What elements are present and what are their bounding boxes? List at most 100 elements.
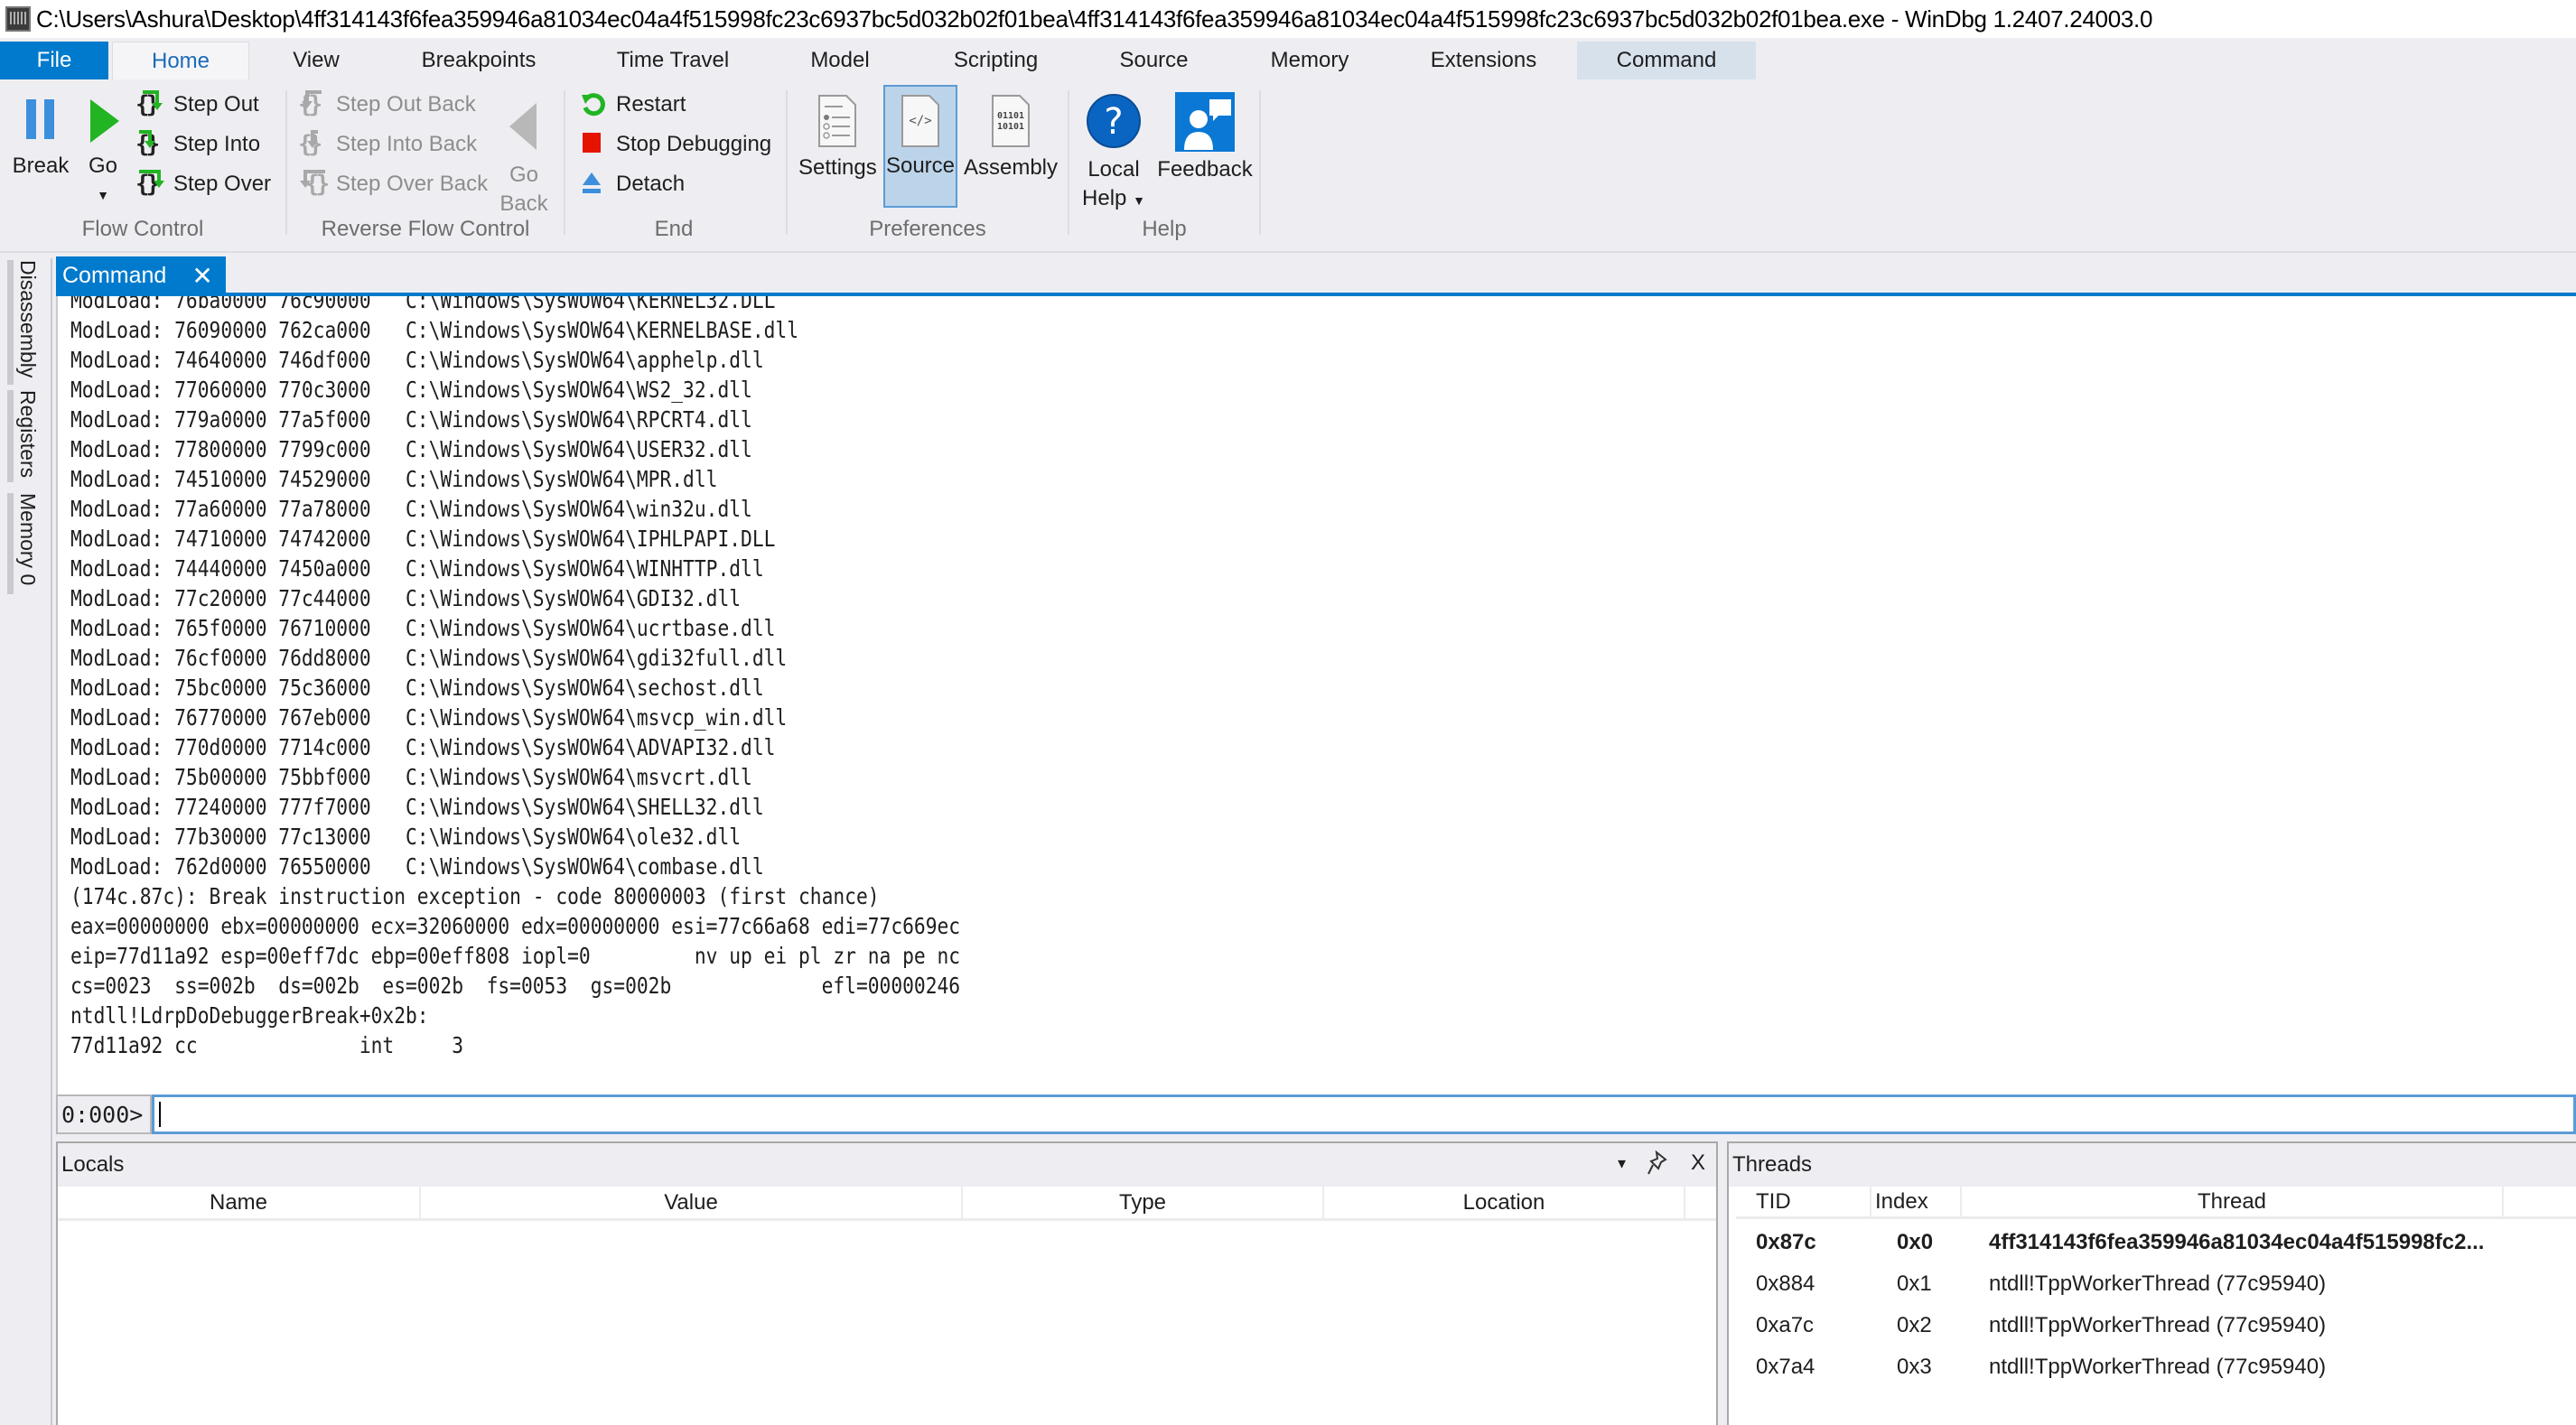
threads-panel: Threads TID Index Thread 0x87c 0x0 4ff3141… [1727,1141,2576,1425]
step-out-back-button[interactable]: {} Step Out Back [298,87,476,123]
step-over-back-label: Step Over Back [336,172,489,196]
ribbon-separator [1259,90,1261,235]
command-tab-label: Command [62,262,167,288]
output-line: ModLoad: 74440000 7450a000 C:\Windows\Sy… [70,555,764,582]
thread-name: ntdll!TppWorkerThread (77c95940) [1989,1355,2327,1379]
text-caret [159,1102,161,1127]
close-icon[interactable]: ✕ [191,261,212,291]
step-over-back-button[interactable]: {} Step Over Back [298,166,488,202]
feedback-button[interactable]: Feedback [1154,90,1255,184]
output-line: ModLoad: 74640000 746df000 C:\Windows\Sy… [70,347,764,373]
command-window-tab[interactable]: Command ✕ [56,256,226,294]
tab-home[interactable]: Home [112,42,249,79]
assembly-button[interactable]: 01101 10101 Assembly [963,90,1059,182]
title-bar: C:\Users\Ashura\Desktop\4ff314143f6fea35… [0,0,2576,38]
step-over-icon: {} [135,169,166,200]
thread-tid: 0x7a4 [1756,1355,1815,1379]
ribbon-separator [786,90,788,235]
step-into-button[interactable]: {} Step Into [135,126,260,163]
tab-view[interactable]: View [262,42,370,79]
local-help-dropdown-icon: ▼ [1133,193,1145,208]
break-button[interactable]: Break [9,92,72,181]
threads-panel-header: Threads [1729,1143,2576,1187]
stop-debugging-button[interactable]: Stop Debugging [578,126,771,163]
windbg-app-icon [5,6,31,32]
column-header-tid[interactable]: TID [1736,1187,1871,1219]
column-header-location[interactable]: Location [1324,1187,1685,1221]
pause-icon [26,99,54,139]
assembly-label: Assembly [963,155,1059,180]
thread-row[interactable]: 0xa7c 0x2 ntdll!TppWorkerThread (77c95940) [1736,1306,2567,1346]
tab-file[interactable]: File [0,42,108,79]
thread-row[interactable]: 0x87c 0x0 4ff314143f6fea359946a81034ec04a4… [1736,1223,2567,1262]
tab-model[interactable]: Model [786,42,894,79]
pin-icon[interactable] [1647,1150,1669,1182]
step-into-icon: {} [135,130,160,158]
svg-text:01101: 01101 [997,111,1024,121]
command-prompt-label: 0:000> [56,1094,152,1134]
tab-breakpoints[interactable]: Breakpoints [397,42,560,79]
thread-name: ntdll!TppWorkerThread (77c95940) [1989,1271,2327,1296]
output-line: eax=00000000 ebx=00000000 ecx=32060000 e… [70,913,961,939]
dock-tab-registers[interactable]: Registers [7,390,40,482]
step-out-button[interactable]: {} Step Out [135,87,259,123]
command-input[interactable] [152,1094,2576,1134]
step-out-icon: {} [135,89,166,120]
thread-index: 0x3 [1897,1355,1932,1379]
step-over-button[interactable]: {} Step Over [135,166,271,202]
local-help-button[interactable]: ? Local Help ▼ [1080,90,1147,215]
restart-icon [578,89,609,120]
tab-scripting[interactable]: Scripting [930,42,1061,79]
column-header-type[interactable]: Type [963,1187,1324,1221]
output-line: ModLoad: 765f0000 76710000 C:\Windows\Sy… [70,615,776,641]
tab-time-travel[interactable]: Time Travel [587,42,759,79]
stop-icon [578,129,609,160]
column-header-value[interactable]: Value [421,1187,963,1221]
step-into-back-icon: {} [298,130,322,158]
settings-label: Settings [798,155,877,180]
locals-panel-header: Locals ▾ X [58,1143,1716,1187]
step-out-back-label: Step Out Back [336,92,476,116]
stop-debugging-label: Stop Debugging [616,132,772,156]
settings-button[interactable]: Settings [798,90,877,182]
output-line: ModLoad: 77060000 770c3000 C:\Windows\Sy… [70,377,752,403]
dock-tab-disassembly[interactable]: Disassembly [7,260,40,385]
go-dropdown-icon[interactable]: ▼ [78,181,128,210]
column-header-thread[interactable]: Thread [1962,1187,2504,1219]
tab-source[interactable]: Source [1093,42,1215,79]
restart-button[interactable]: Restart [578,87,686,123]
local-help-label-2: Help ▼ [1082,186,1145,210]
thread-tid: 0xa7c [1756,1313,1815,1337]
group-label-reverse-flow-control: Reverse Flow Control [321,217,530,241]
tab-memory[interactable]: Memory [1246,42,1373,79]
detach-button[interactable]: Detach [578,166,685,202]
step-into-back-button[interactable]: {} Step Into Back [298,126,477,163]
svg-text:</>: </> [909,114,931,128]
panel-menu-dropdown-icon[interactable]: ▾ [1618,1154,1626,1173]
output-line: ModLoad: 76ba0000 76c90000 C:\Windows\Sy… [70,296,776,313]
output-line: ModLoad: 770d0000 7714c000 C:\Windows\Sy… [70,734,776,760]
step-over-label: Step Over [173,172,272,196]
close-icon[interactable]: X [1691,1150,1705,1176]
source-button[interactable]: </> Source [883,85,957,208]
go-button[interactable]: Go ▼ [78,92,128,210]
break-label: Break [12,154,70,178]
column-header-name[interactable]: Name [58,1187,421,1221]
dock-tab-memory-0[interactable]: Memory 0 [7,493,40,594]
step-out-label: Step Out [173,92,259,116]
step-into-back-label: Step Into Back [336,132,478,156]
svg-text:?: ? [1104,101,1123,143]
thread-tid: 0x87c [1756,1230,1816,1254]
feedback-person-icon [1175,92,1235,152]
tab-command[interactable]: Command [1577,42,1756,79]
left-dock-rail: Disassembly Registers Memory 0 [0,258,52,1425]
go-back-icon [509,103,537,150]
tab-extensions[interactable]: Extensions [1409,42,1558,79]
go-back-button[interactable]: Go Back [495,94,553,219]
thread-row[interactable]: 0x884 0x1 ntdll!TppWorkerThread (77c95940) [1736,1264,2567,1304]
output-line: ModLoad: 76090000 762ca000 C:\Windows\Sy… [70,317,798,343]
output-line: cs=0023 ss=002b ds=002b es=002b fs=0053 … [70,973,961,999]
thread-row[interactable]: 0x7a4 0x3 ntdll!TppWorkerThread (77c95940) [1736,1347,2567,1387]
column-header-index[interactable]: Index [1871,1187,1962,1219]
command-output[interactable]: ModLoad: 76ba0000 76c90000 C:\Windows\Sy… [56,296,2576,1094]
